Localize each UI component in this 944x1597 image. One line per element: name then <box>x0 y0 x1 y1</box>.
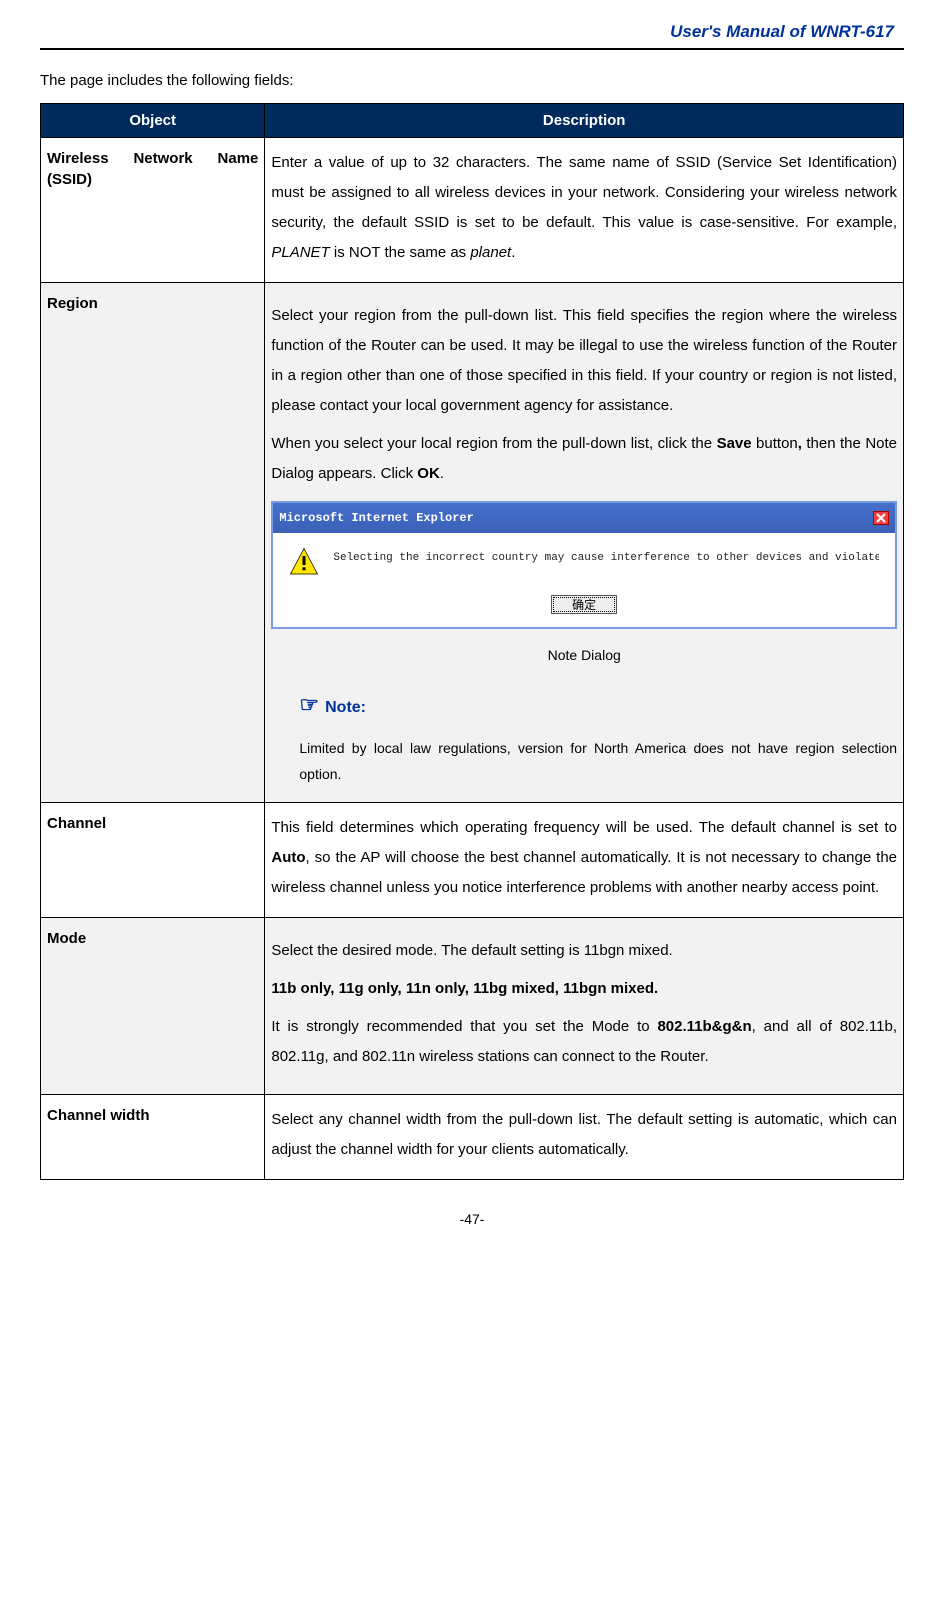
note-dialog: Microsoft Internet Explorer <box>271 501 897 629</box>
dialog-ok-button[interactable]: 确定 <box>551 595 617 614</box>
obj-mode: Mode <box>41 917 265 1094</box>
obj-ssid: Wireless Network Name (SSID) <box>41 137 265 282</box>
obj-channel-width: Channel width <box>41 1094 265 1179</box>
desc-region: Select your region from the pull-down li… <box>265 282 904 802</box>
desc-mode: Select the desired mode. The default set… <box>265 917 904 1094</box>
dialog-title: Microsoft Internet Explorer <box>279 506 473 530</box>
row-mode: Mode Select the desired mode. The defaul… <box>41 917 904 1094</box>
dialog-text: Selecting the incorrect country may caus… <box>333 547 879 569</box>
col-description: Description <box>265 103 904 137</box>
page-header-title: User's Manual of WNRT-617 <box>40 20 904 50</box>
col-object: Object <box>41 103 265 137</box>
intro-text: The page includes the following fields: <box>40 70 904 91</box>
pointing-hand-icon: ☞ <box>299 692 319 717</box>
row-channel-width: Channel width Select any channel width f… <box>41 1094 904 1179</box>
desc-channel: This field determines which operating fr… <box>265 802 904 917</box>
desc-channel-width: Select any channel width from the pull-d… <box>265 1094 904 1179</box>
row-ssid: Wireless Network Name (SSID) Enter a val… <box>41 137 904 282</box>
page-number: -47- <box>40 1210 904 1230</box>
row-region: Region Select your region from the pull-… <box>41 282 904 802</box>
note-body: Limited by local law regulations, versio… <box>299 735 897 788</box>
close-icon[interactable] <box>873 511 889 525</box>
fields-table: Object Description Wireless Network Name… <box>40 103 904 1180</box>
note-box: ☞Note: Limited by local law regulations,… <box>299 683 897 788</box>
warning-icon <box>289 547 319 585</box>
dialog-caption: Note Dialog <box>271 641 897 669</box>
obj-region: Region <box>41 282 265 802</box>
obj-channel: Channel <box>41 802 265 917</box>
dialog-titlebar: Microsoft Internet Explorer <box>273 503 895 533</box>
row-channel: Channel This field determines which oper… <box>41 802 904 917</box>
desc-ssid: Enter a value of up to 32 characters. Th… <box>265 137 904 282</box>
